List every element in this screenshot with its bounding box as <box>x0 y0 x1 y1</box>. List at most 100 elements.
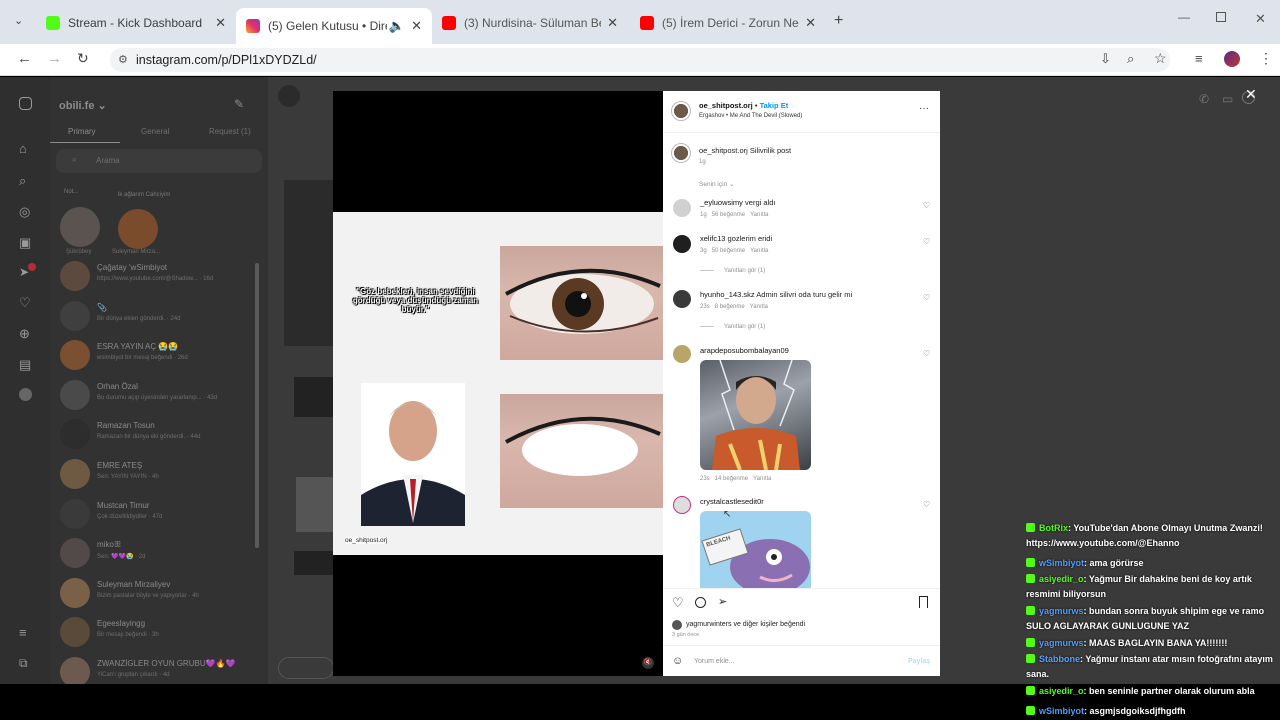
comment-avatar[interactable] <box>673 290 691 308</box>
close-window-icon[interactable]: ✕ <box>1255 11 1266 27</box>
comment-like-heart-icon[interactable]: ♡ <box>923 293 930 302</box>
conversation-item[interactable]: Egeeslayingg Bir mesajı beğendi · 3h <box>60 615 260 651</box>
zoom-icon[interactable]: ⌕ <box>1127 51 1134 67</box>
comment-image[interactable]: BLEACH <box>700 511 811 588</box>
shared-post-preview[interactable] <box>284 180 334 346</box>
forward-arrow-icon[interactable]: → <box>47 50 62 67</box>
search-input[interactable]: ⌕ Arama <box>56 149 262 173</box>
bookmark-star-icon[interactable]: ☆ <box>1154 50 1167 67</box>
shared-post-preview[interactable] <box>294 377 334 417</box>
reply-button[interactable]: Yanıtla <box>753 476 771 482</box>
close-tab-icon[interactable]: ✕ <box>411 18 422 34</box>
message-input[interactable] <box>278 657 334 679</box>
caption-username[interactable]: oe_shitpost.orj <box>699 146 748 155</box>
tab-general[interactable]: General <box>141 127 169 136</box>
tab-youtube-nurdisina[interactable]: (3) Nurdisina- Süluman Beni Gö ✕ <box>432 8 628 38</box>
conversation-item[interactable]: ZWANZİGLER OYUN GRUBU💜🔥💜 YiCan'ı gruptan … <box>60 655 260 684</box>
view-replies-button[interactable]: Yanıtları gör (1) <box>700 324 765 330</box>
explore-icon[interactable]: ◎ <box>19 204 30 220</box>
account-switcher[interactable]: obili.fe ⌄ <box>59 99 107 112</box>
like-heart-icon[interactable]: ♡ <box>672 595 684 611</box>
author-avatar[interactable] <box>671 101 691 121</box>
close-modal-icon[interactable]: ✕ <box>1245 86 1257 103</box>
conversation-item[interactable]: 📎 Bir dünya eklen gönderdi. · 24d <box>60 299 260 335</box>
author-avatar[interactable] <box>671 143 691 163</box>
back-arrow-icon[interactable]: ← <box>17 50 32 67</box>
conversation-item[interactable]: mikoꕥ Sen: 💜💜😭 · 2d <box>60 536 260 572</box>
minimize-window-icon[interactable]: — <box>1178 10 1190 24</box>
note-avatar[interactable] <box>60 207 100 247</box>
shared-reel-preview[interactable] <box>294 551 334 575</box>
reels-icon[interactable]: ▣ <box>19 235 31 251</box>
reload-icon[interactable]: ↻ <box>77 50 89 67</box>
notifications-heart-icon[interactable]: ♡ <box>19 295 31 311</box>
install-app-icon[interactable]: ⇩ <box>1100 51 1111 67</box>
speaker-icon[interactable]: 🔈 <box>389 18 405 34</box>
tab-youtube-irem-derici[interactable]: (5) İrem Derici - Zorun Ne Sevgi ✕ <box>630 8 826 38</box>
post-song[interactable]: Ergashov • Me And The Devil (Slowed) <box>699 113 802 119</box>
comment-avatar[interactable] <box>673 199 691 217</box>
media-controls-icon[interactable]: ≡ <box>1195 51 1203 66</box>
home-icon[interactable]: ⌂ <box>19 141 27 156</box>
chat-avatar[interactable] <box>278 85 300 107</box>
comment-like-heart-icon[interactable]: ♡ <box>923 237 930 246</box>
save-bookmark-icon[interactable] <box>919 596 928 608</box>
author-username[interactable]: oe_shitpost.orj <box>699 101 753 110</box>
conversation-item[interactable]: EMRE ATEŞ Sen: YAYIN YAYIN · 4h <box>60 457 260 493</box>
conversation-item[interactable]: Mustcan Timur Çok düzeltildiydiler · 47d <box>60 497 260 533</box>
more-menu-icon[interactable]: ≡ <box>19 625 27 640</box>
mute-audio-icon[interactable]: 🔇 <box>642 657 654 669</box>
comment-like-heart-icon[interactable]: ♡ <box>923 349 930 358</box>
comment-avatar[interactable] <box>673 235 691 253</box>
tab-search-chevron-icon[interactable]: ⌄ <box>14 14 23 27</box>
new-message-icon[interactable]: ✎ <box>234 97 244 111</box>
comment-sort-dropdown[interactable]: Senin için ⌄ <box>699 180 734 188</box>
tab-primary[interactable]: Primary <box>68 127 96 136</box>
emoji-picker-icon[interactable]: ☺ <box>672 655 683 667</box>
comment-avatar[interactable] <box>673 345 691 363</box>
tab-kick-dashboard[interactable]: Stream - Kick Dashboard ✕ <box>36 8 236 38</box>
site-settings-icon[interactable]: ⚙ <box>118 48 128 72</box>
new-tab-plus-icon[interactable]: + <box>834 12 843 30</box>
profile-icon[interactable] <box>19 388 32 401</box>
comment-input[interactable]: Yorum ekle... <box>694 658 894 665</box>
reply-button[interactable]: Yanıtla <box>750 212 768 218</box>
comment-bubble-icon[interactable] <box>695 597 706 608</box>
comment-avatar[interactable] <box>673 496 691 514</box>
dashboard-icon[interactable]: ▤ <box>19 357 31 373</box>
likes-summary[interactable]: yagmurwinters ve diğer kişiler beğendi <box>686 621 805 628</box>
browser-menu-icon[interactable]: ⋮ <box>1259 50 1273 67</box>
reply-button[interactable]: Yanıtla <box>750 304 768 310</box>
close-tab-icon[interactable]: ✕ <box>215 15 226 31</box>
address-bar[interactable]: ⚙ instagram.com/p/DPl1xDYDZLd/ <box>110 48 1170 72</box>
follow-button[interactable]: Takip Et <box>760 101 789 110</box>
more-options-icon[interactable]: ··· <box>919 103 929 114</box>
comment-like-heart-icon[interactable]: ♡ <box>923 500 930 509</box>
close-tab-icon[interactable]: ✕ <box>607 15 618 31</box>
conversation-item[interactable]: Çağatay 'wSimbiyot https://www.youtube.co… <box>60 259 260 295</box>
profile-avatar[interactable] <box>1224 51 1240 67</box>
video-call-icon[interactable]: ▭ <box>1222 92 1233 106</box>
comment-like-heart-icon[interactable]: ♡ <box>923 201 930 210</box>
tab-instagram-direct[interactable]: (5) Gelen Kutusu • Direct 🔈 ✕ <box>236 8 432 44</box>
shared-post-preview[interactable] <box>296 477 334 532</box>
list-scrollbar[interactable] <box>255 263 259 548</box>
instagram-logo-icon[interactable] <box>19 97 32 110</box>
meta-apps-icon[interactable]: ⧉ <box>19 656 28 671</box>
post-comment-button[interactable]: Paylaş <box>908 658 930 665</box>
note-avatar[interactable] <box>118 209 158 249</box>
maximize-window-icon[interactable] <box>1216 12 1226 22</box>
search-icon[interactable]: ⌕ <box>19 173 26 189</box>
conversation-item[interactable]: Ramazan Tosun Ramazan bir dünya eki gönde… <box>60 417 260 453</box>
share-send-icon[interactable]: ➢ <box>718 595 727 608</box>
create-plus-icon[interactable]: ⊕ <box>19 326 30 342</box>
conversation-item[interactable]: Suleyman Mirzaliyev Bizim pastalar böyle … <box>60 576 260 612</box>
voice-call-icon[interactable]: ✆ <box>1199 92 1209 106</box>
conversation-item[interactable]: Orhan Özal Bu durumu açıp üyesinden yarar… <box>60 378 260 414</box>
close-tab-icon[interactable]: ✕ <box>805 15 816 31</box>
view-replies-button[interactable]: Yanıtları gör (1) <box>700 268 765 274</box>
reply-button[interactable]: Yanıtla <box>750 248 768 254</box>
liker-avatar[interactable] <box>672 620 682 630</box>
comment-image[interactable] <box>700 360 811 470</box>
post-media[interactable]: "Göz bebekleri, insan sevdiğini gördüğü … <box>333 91 663 676</box>
